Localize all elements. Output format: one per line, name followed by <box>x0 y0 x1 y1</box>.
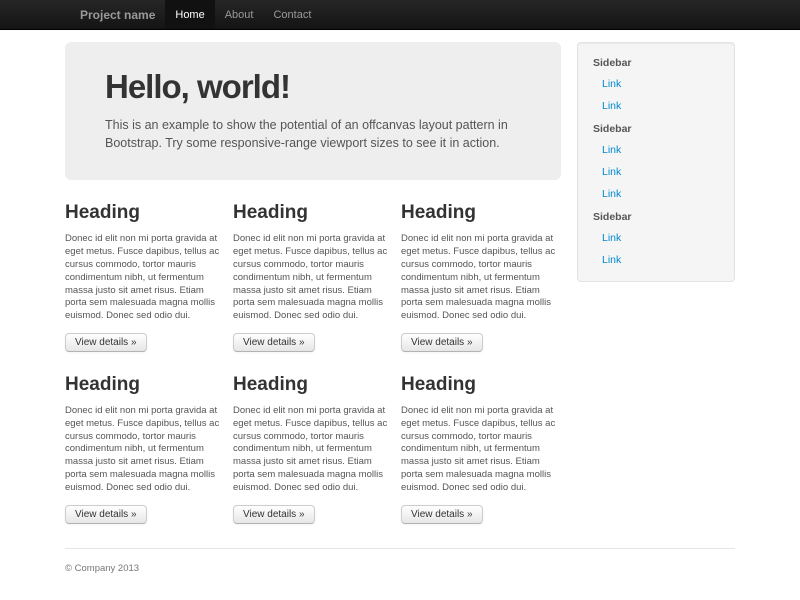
nav-item-about[interactable]: About <box>215 0 264 29</box>
sidebar-link[interactable]: Link <box>578 227 734 249</box>
sidebar-group-heading: Sidebar <box>578 117 734 139</box>
page-container: Hello, world! This is an example to show… <box>65 42 735 574</box>
view-details-button[interactable]: View details » <box>233 505 315 524</box>
main-column: Hello, world! This is an example to show… <box>65 42 561 524</box>
sidebar-link[interactable]: Link <box>578 139 734 161</box>
card-heading: Heading <box>65 202 225 224</box>
feature-card: Heading Donec id elit non mi porta gravi… <box>65 202 225 352</box>
sidebar-group-heading: Sidebar <box>578 205 734 227</box>
footer-copyright: © Company 2013 <box>65 563 735 574</box>
view-details-button[interactable]: View details » <box>401 505 483 524</box>
feature-card: Heading Donec id elit non mi porta gravi… <box>233 374 393 524</box>
sidebar-link[interactable]: Link <box>578 183 734 205</box>
card-body-text: Donec id elit non mi porta gravida at eg… <box>233 233 393 323</box>
footer-divider <box>65 548 735 549</box>
view-details-button[interactable]: View details » <box>65 505 147 524</box>
feature-card: Heading Donec id elit non mi porta gravi… <box>401 374 561 524</box>
card-heading: Heading <box>65 374 225 396</box>
content-row: Hello, world! This is an example to show… <box>65 42 735 524</box>
sidebar-link[interactable]: Link <box>578 73 734 95</box>
jumbotron-text: This is an example to show the potential… <box>105 116 521 152</box>
navbar-brand[interactable]: Project name <box>80 0 155 29</box>
view-details-button[interactable]: View details » <box>401 333 483 352</box>
sidebar-link[interactable]: Link <box>578 161 734 183</box>
card-heading: Heading <box>401 202 561 224</box>
card-body-text: Donec id elit non mi porta gravida at eg… <box>233 405 393 495</box>
card-body-text: Donec id elit non mi porta gravida at eg… <box>65 233 225 323</box>
jumbotron: Hello, world! This is an example to show… <box>65 42 561 180</box>
nav-item-home[interactable]: Home <box>165 0 214 29</box>
view-details-button[interactable]: View details » <box>233 333 315 352</box>
navbar: Project name Home About Contact <box>0 0 800 30</box>
navbar-inner: Project name Home About Contact <box>65 0 735 29</box>
feature-card: Heading Donec id elit non mi porta gravi… <box>65 374 225 524</box>
cards-row-2: Heading Donec id elit non mi porta gravi… <box>65 374 561 524</box>
sidebar-group-heading: Sidebar <box>578 51 734 73</box>
card-body-text: Donec id elit non mi porta gravida at eg… <box>65 405 225 495</box>
sidebar-link[interactable]: Link <box>578 249 734 271</box>
sidebar-column: Sidebar Link Link Sidebar Link Link Link… <box>577 42 735 282</box>
card-body-text: Donec id elit non mi porta gravida at eg… <box>401 233 561 323</box>
card-heading: Heading <box>233 202 393 224</box>
jumbotron-title: Hello, world! <box>105 68 521 106</box>
view-details-button[interactable]: View details » <box>65 333 147 352</box>
nav-item-contact[interactable]: Contact <box>263 0 321 29</box>
card-heading: Heading <box>401 374 561 396</box>
sidebar-well: Sidebar Link Link Sidebar Link Link Link… <box>577 42 735 282</box>
card-body-text: Donec id elit non mi porta gravida at eg… <box>401 405 561 495</box>
sidebar-link[interactable]: Link <box>578 95 734 117</box>
feature-card: Heading Donec id elit non mi porta gravi… <box>401 202 561 352</box>
feature-card: Heading Donec id elit non mi porta gravi… <box>233 202 393 352</box>
card-heading: Heading <box>233 374 393 396</box>
cards-row-1: Heading Donec id elit non mi porta gravi… <box>65 202 561 352</box>
